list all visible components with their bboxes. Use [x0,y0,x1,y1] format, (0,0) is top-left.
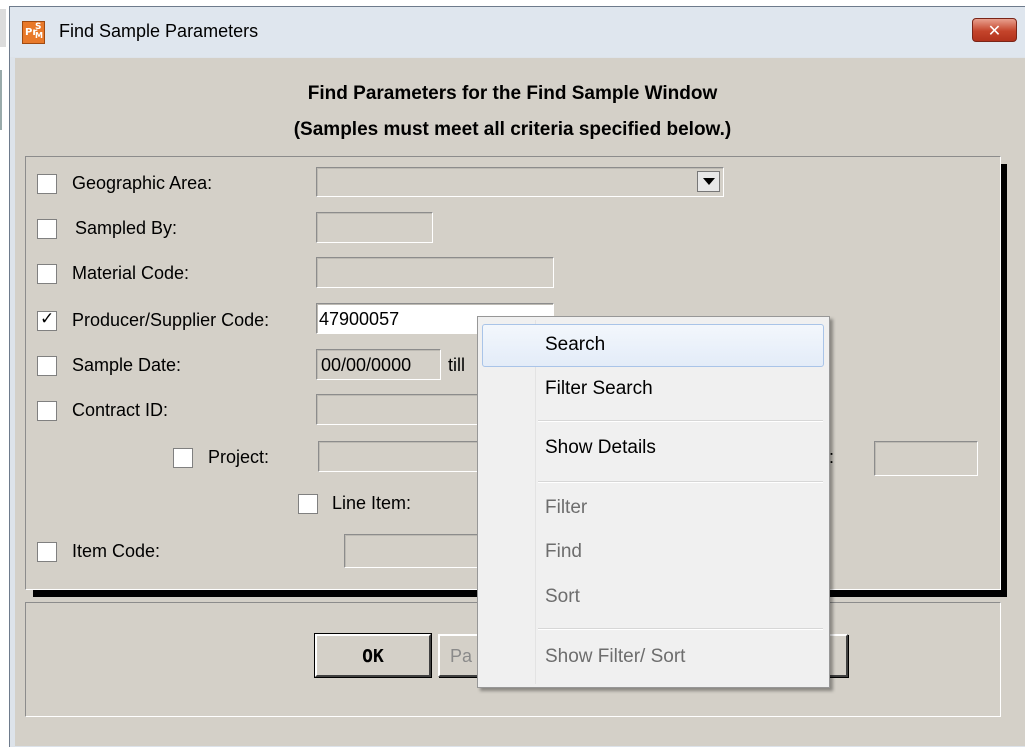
geographic-area-checkbox[interactable] [37,174,57,194]
producer-supplier-code-checkbox[interactable]: ✓ [37,309,57,331]
prism-app-icon: Pr S M [22,21,45,44]
menu-item-highlight [482,324,824,367]
chevron-down-icon[interactable] [697,171,720,192]
sample-date-till-label: till [448,355,465,375]
producer-supplier-code-label: Producer/Supplier Code: [72,310,270,330]
sampled-by-label: Sampled By: [75,218,178,238]
project-checkbox[interactable] [173,448,193,468]
line-item-label: Line Item: [332,493,412,513]
geographic-area-label: Geographic Area: [72,173,213,193]
menu-item-filter[interactable]: Filter [545,497,587,519]
line-item-checkbox[interactable] [298,494,318,514]
menu-item-search[interactable]: Search [545,334,605,356]
sample-date-from-field[interactable]: 00/00/0000 [316,349,441,380]
menu-separator [538,481,823,483]
material-code-checkbox[interactable] [37,264,57,284]
menu-item-filter-search[interactable]: Filter Search [545,378,653,400]
checkmark-icon: ✓ [40,309,55,329]
menu-gutter [535,320,536,684]
sample-date-label: Sample Date: [72,355,182,375]
sample-date-checkbox[interactable] [37,356,57,376]
panel-shadow [1001,164,1007,597]
project-label: Project: [208,447,270,467]
material-code-label: Material Code: [72,263,190,283]
item-code-label: Item Code: [72,541,161,561]
contract-id-field[interactable] [316,394,486,425]
project-field[interactable] [318,441,488,472]
close-button[interactable]: ✕ [972,18,1017,42]
sampled-by-checkbox[interactable] [37,219,57,239]
ok-button[interactable]: OK [314,633,432,678]
geographic-area-dropdown[interactable] [316,167,724,197]
dialog-subheading: (Samples must meet all criteria specifie… [293,119,732,140]
item-code-field[interactable] [344,534,484,568]
contract-id-checkbox[interactable] [37,401,57,421]
menu-item-find[interactable]: Find [545,541,582,563]
close-icon: ✕ [987,21,1002,40]
menu-separator [538,420,823,422]
menu-item-sort[interactable]: Sort [545,586,580,608]
partial-right-field[interactable] [874,441,978,476]
menu-item-show-filter-sort[interactable]: Show Filter/ Sort [545,646,685,668]
material-code-field[interactable] [316,257,554,288]
context-menu [477,316,830,688]
sampled-by-field[interactable] [316,212,433,243]
menu-item-show-details[interactable]: Show Details [545,437,656,459]
window-title: Find Sample Parameters [59,21,259,41]
menu-separator [538,628,823,630]
dialog-heading: Find Parameters for the Find Sample Wind… [307,83,718,104]
item-code-checkbox[interactable] [37,542,57,562]
contract-id-label: Contract ID: [72,400,169,420]
background-window-edge [0,9,6,47]
